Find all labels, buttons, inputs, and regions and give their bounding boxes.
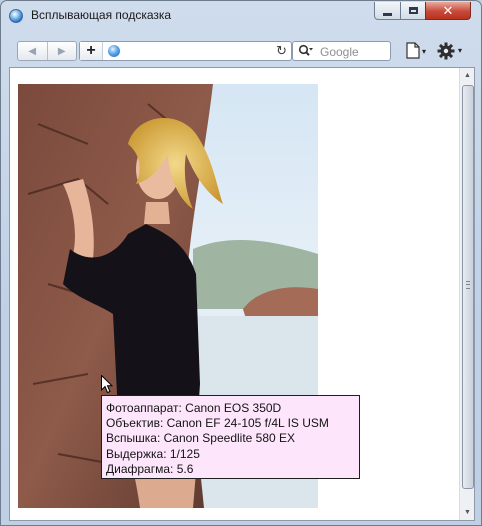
- back-arrow-icon: ◀: [28, 45, 37, 57]
- browser-globe-icon: [9, 9, 23, 23]
- back-forward-group: ◀ ▶: [17, 41, 77, 61]
- minimize-icon: [383, 12, 392, 16]
- page-icon: [406, 42, 420, 59]
- reload-icon[interactable]: ↻: [276, 42, 287, 60]
- minimize-button[interactable]: [374, 2, 401, 20]
- search-placeholder: Google: [320, 45, 359, 59]
- site-globe-icon: [108, 45, 120, 57]
- address-bar[interactable]: + ↻: [79, 41, 292, 61]
- search-icon[interactable]: [298, 44, 314, 58]
- navigation-toolbar: ◀ ▶ + ↻ Google ▾ ▾: [9, 33, 475, 67]
- tooltip-lens: Объектив: Canon EF 24-105 f/4L IS USM: [106, 416, 329, 431]
- scrollbar-grip-icon: [466, 281, 470, 289]
- search-field[interactable]: Google: [292, 41, 391, 61]
- tooltip-camera: Фотоаппарат: Canon EOS 350D: [106, 401, 282, 415]
- maximize-button[interactable]: [400, 2, 426, 20]
- scrollbar-thumb[interactable]: [462, 85, 474, 489]
- page-menu-caret-icon: ▾: [422, 47, 427, 56]
- back-button[interactable]: ◀: [18, 42, 47, 60]
- close-icon: ✕: [442, 2, 454, 18]
- scroll-down-arrow-icon[interactable]: ▼: [460, 505, 474, 520]
- forward-button[interactable]: ▶: [46, 42, 77, 60]
- mouse-cursor-icon: [101, 375, 113, 394]
- vertical-scrollbar[interactable]: ▲ ▼: [459, 68, 474, 520]
- window-title: Всплывающая подсказка: [31, 8, 172, 22]
- forward-arrow-icon: ▶: [57, 45, 66, 57]
- tooltip-flash: Вспышка: Canon Speedlite 580 EX: [106, 431, 296, 446]
- tools-menu-caret-icon: ▾: [458, 46, 463, 55]
- title-bar[interactable]: Всплывающая подсказка ✕: [1, 1, 481, 29]
- add-bookmark-button[interactable]: +: [80, 42, 103, 60]
- gear-icon: [437, 42, 455, 60]
- page-menu-button[interactable]: ▾: [406, 41, 432, 61]
- close-button[interactable]: ✕: [425, 2, 471, 20]
- maximize-icon: [408, 7, 418, 14]
- tooltip-shutter: Выдержка: 1/125: [106, 446, 200, 461]
- tooltip-aperture: Диафрагма: 5.6: [106, 461, 194, 476]
- scroll-up-arrow-icon[interactable]: ▲: [460, 68, 474, 83]
- photo-info-tooltip: Фотоаппарат: Canon EOS 350D Объектив: Ca…: [101, 395, 360, 479]
- tools-menu-button[interactable]: ▾: [437, 40, 467, 62]
- browser-window: Всплывающая подсказка ✕ ◀ ▶ + ↻ Google ▾…: [0, 0, 482, 526]
